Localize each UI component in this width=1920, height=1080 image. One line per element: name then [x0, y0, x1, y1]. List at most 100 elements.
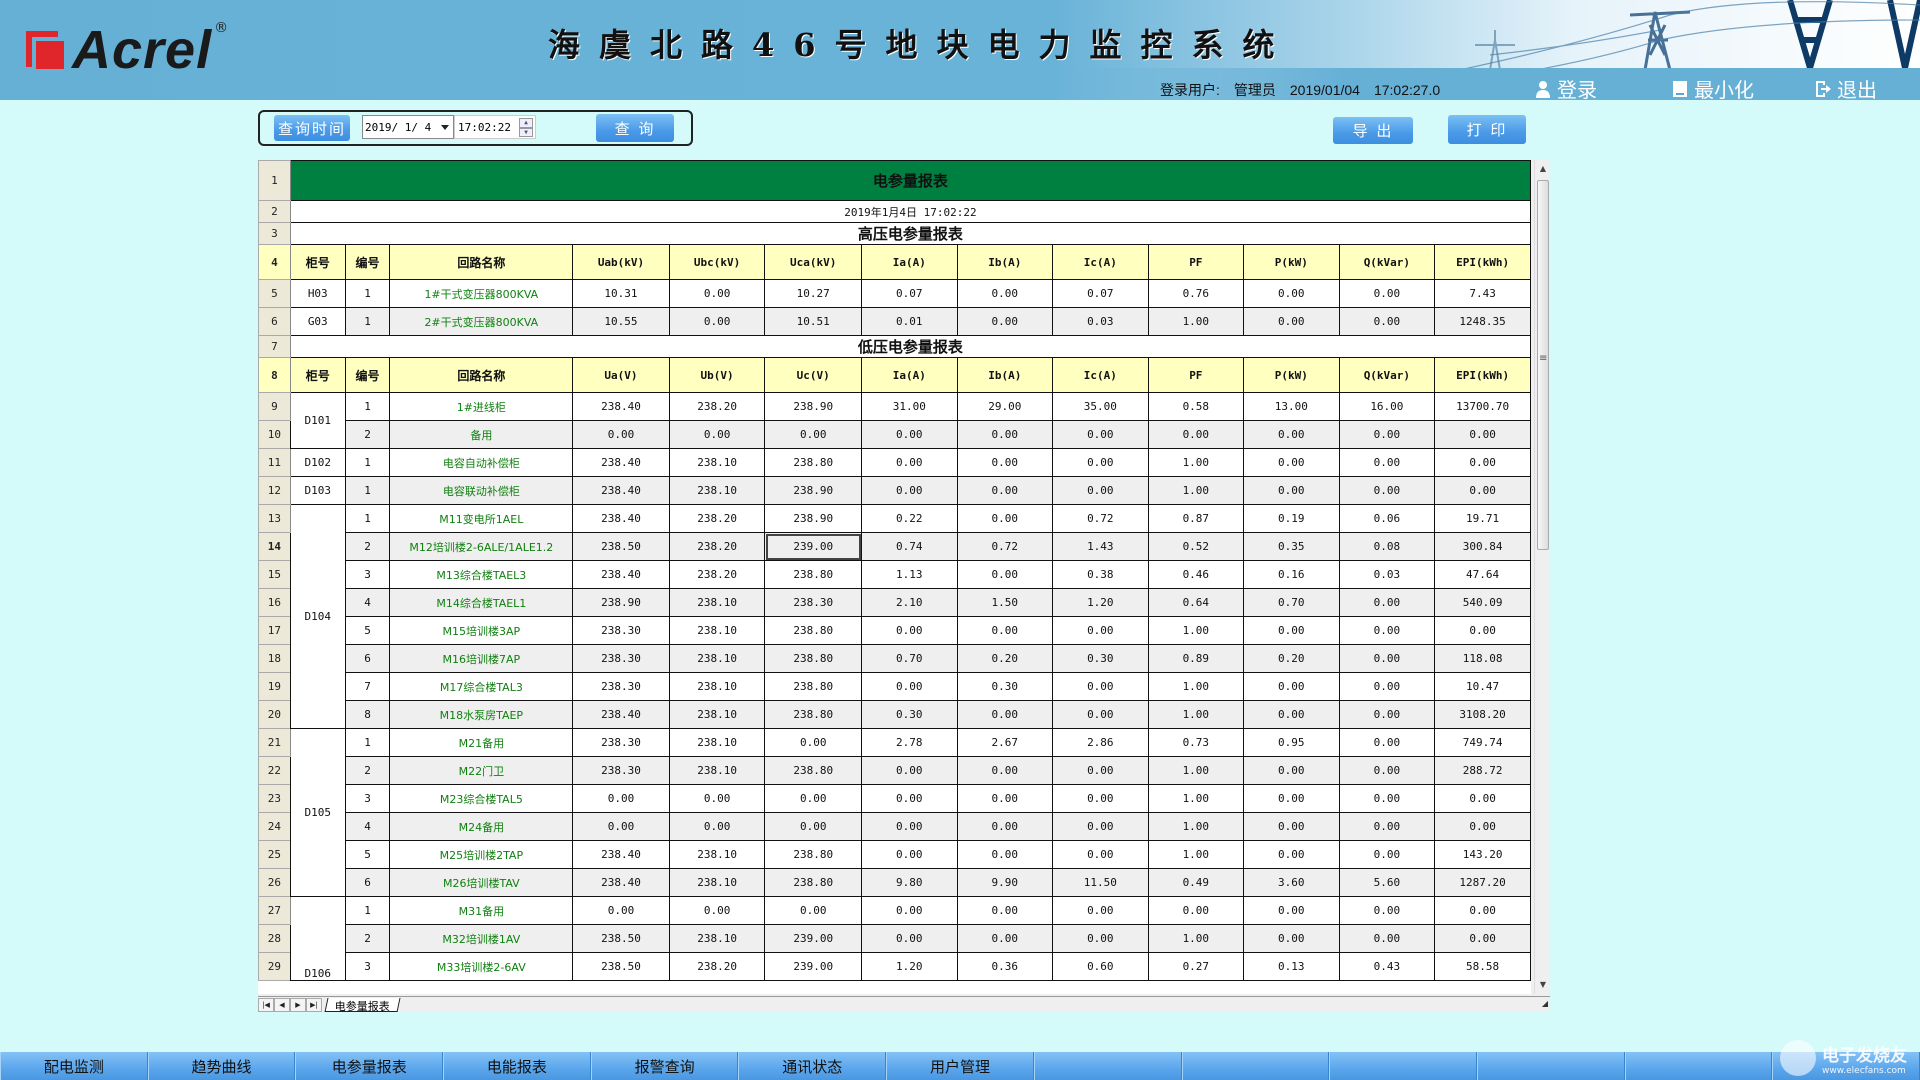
value-cell[interactable]: 238.40 [572, 448, 670, 477]
value-cell[interactable]: 13.00 [1243, 392, 1340, 421]
value-cell[interactable]: 0.95 [1243, 728, 1340, 757]
value-cell[interactable]: 1.00 [1147, 448, 1245, 477]
row-header[interactable]: 11 [258, 448, 291, 477]
value-cell[interactable]: 0.00 [861, 756, 958, 785]
column-header[interactable]: EPI(kWh) [1434, 357, 1531, 393]
value-cell[interactable]: 9.90 [956, 868, 1054, 897]
value-cell[interactable]: 0.00 [668, 279, 766, 308]
value-cell[interactable]: 0.00 [1052, 924, 1149, 953]
value-cell[interactable]: 0.00 [1243, 616, 1340, 645]
column-header[interactable]: Ubc(kV) [668, 244, 766, 280]
row-header[interactable]: 4 [258, 244, 291, 280]
value-cell[interactable]: 0.38 [1052, 560, 1149, 589]
row-header[interactable]: 26 [258, 868, 291, 897]
value-cell[interactable]: 238.20 [668, 392, 766, 421]
value-cell[interactable]: 0.00 [1338, 588, 1436, 617]
nav-item[interactable] [1624, 1052, 1773, 1080]
value-cell[interactable]: 0.52 [1147, 532, 1245, 561]
value-cell[interactable]: 0.00 [1243, 307, 1340, 336]
number-cell[interactable]: 6 [344, 868, 391, 897]
value-cell[interactable]: 2.10 [861, 588, 958, 617]
value-cell[interactable]: 0.30 [861, 700, 958, 729]
column-header[interactable]: 编号 [344, 244, 391, 280]
value-cell[interactable]: 0.00 [1243, 279, 1340, 308]
row-header[interactable]: 1 [258, 160, 291, 201]
column-header[interactable]: Q(kVar) [1338, 244, 1436, 280]
value-cell[interactable]: 238.90 [764, 476, 863, 505]
value-cell[interactable]: 0.00 [1243, 924, 1340, 953]
number-cell[interactable]: 1 [344, 307, 391, 336]
value-cell[interactable]: 0.00 [1338, 448, 1436, 477]
value-cell[interactable]: 0.00 [572, 784, 670, 813]
row-header[interactable]: 14 [258, 532, 291, 561]
value-cell[interactable]: 0.00 [1338, 896, 1436, 925]
number-cell[interactable]: 5 [344, 616, 391, 645]
row-header[interactable]: 6 [258, 307, 291, 336]
column-header[interactable]: Uc(V) [764, 357, 863, 393]
value-cell[interactable]: 238.80 [764, 644, 863, 673]
first-sheet-icon[interactable]: |◀ [258, 997, 274, 1012]
value-cell[interactable]: 0.00 [956, 307, 1054, 336]
value-cell[interactable]: 0.74 [861, 532, 958, 561]
value-cell[interactable]: 0.08 [1338, 532, 1436, 561]
value-cell[interactable]: 0.00 [1243, 812, 1340, 841]
value-cell[interactable]: 0.13 [1243, 952, 1340, 981]
value-cell[interactable]: 0.00 [1338, 784, 1436, 813]
value-cell[interactable]: 1.43 [1052, 532, 1149, 561]
value-cell[interactable]: 0.00 [1243, 476, 1340, 505]
value-cell[interactable]: 238.30 [572, 672, 670, 701]
value-cell[interactable]: 0.20 [956, 644, 1054, 673]
row-header[interactable]: 2 [258, 200, 291, 223]
value-cell[interactable]: 0.00 [572, 420, 670, 449]
cabinet-cell[interactable]: D103 [289, 476, 346, 505]
value-cell[interactable]: 0.46 [1147, 560, 1245, 589]
row-header[interactable]: 12 [258, 476, 291, 505]
value-cell[interactable]: 0.00 [1052, 784, 1149, 813]
value-cell[interactable]: 238.80 [764, 448, 863, 477]
scroll-down-icon[interactable]: ▼ [1535, 978, 1551, 992]
circuit-name-cell[interactable]: M12培训楼2-6ALE/1ALE1.2 [389, 532, 574, 561]
column-header[interactable]: 柜号 [289, 244, 346, 280]
value-cell[interactable]: 0.00 [1338, 840, 1436, 869]
value-cell[interactable]: 0.00 [1434, 616, 1531, 645]
number-cell[interactable]: 4 [344, 588, 391, 617]
value-cell[interactable]: 0.60 [1052, 952, 1149, 981]
column-header[interactable]: Ub(V) [668, 357, 766, 393]
row-header[interactable]: 9 [258, 392, 291, 421]
value-cell[interactable]: 238.40 [572, 868, 670, 897]
column-header[interactable]: 回路名称 [389, 357, 574, 393]
value-cell[interactable]: 0.00 [956, 448, 1054, 477]
exit-button[interactable]: 退出 [1815, 74, 1877, 100]
circuit-name-cell[interactable]: M14综合楼TAEL1 [389, 588, 574, 617]
value-cell[interactable]: 0.00 [956, 840, 1054, 869]
number-cell[interactable]: 1 [344, 476, 391, 505]
circuit-name-cell[interactable]: M32培训楼1AV [389, 924, 574, 953]
value-cell[interactable]: 238.90 [764, 504, 863, 533]
value-cell[interactable]: 0.00 [1052, 672, 1149, 701]
row-header[interactable]: 27 [258, 896, 291, 925]
value-cell[interactable]: 239.00 [764, 952, 863, 981]
value-cell[interactable]: 0.00 [956, 924, 1054, 953]
value-cell[interactable]: 0.00 [1434, 924, 1531, 953]
value-cell[interactable]: 288.72 [1434, 756, 1531, 785]
nav-item[interactable]: 趋势曲线 [147, 1052, 296, 1080]
value-cell[interactable]: 749.74 [1434, 728, 1531, 757]
value-cell[interactable]: 0.30 [1052, 644, 1149, 673]
column-header[interactable]: Ic(A) [1052, 357, 1149, 393]
nav-item[interactable]: 通讯状态 [738, 1052, 887, 1080]
value-cell[interactable]: 238.80 [764, 756, 863, 785]
value-cell[interactable]: 0.00 [1338, 924, 1436, 953]
circuit-name-cell[interactable]: 备用 [389, 420, 574, 449]
value-cell[interactable]: 0.00 [956, 420, 1054, 449]
value-cell[interactable]: 10.47 [1434, 672, 1531, 701]
value-cell[interactable]: 35.00 [1052, 392, 1149, 421]
row-header[interactable]: 15 [258, 560, 291, 589]
value-cell[interactable]: 0.00 [1338, 700, 1436, 729]
value-cell[interactable]: 0.00 [764, 784, 863, 813]
value-cell[interactable]: 0.00 [1243, 784, 1340, 813]
value-cell[interactable]: 0.00 [1052, 840, 1149, 869]
value-cell[interactable]: 0.00 [1052, 448, 1149, 477]
value-cell[interactable]: 0.07 [861, 279, 958, 308]
value-cell[interactable]: 0.00 [861, 420, 958, 449]
value-cell[interactable]: 11.50 [1052, 868, 1149, 897]
